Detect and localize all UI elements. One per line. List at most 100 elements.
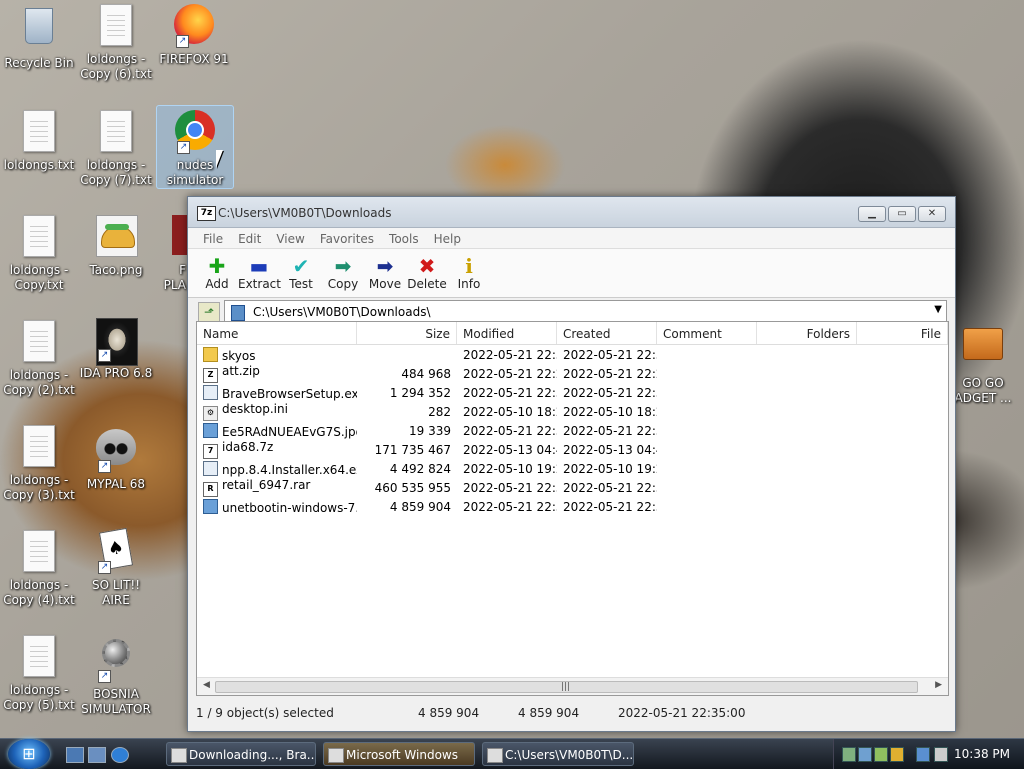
firefox-icon: ↗ xyxy=(174,4,214,48)
file-modified: 2022-05-21 22:35 xyxy=(463,499,557,514)
desktop-icon-label: BOSNIA SIMULATOR xyxy=(81,687,151,716)
table-row[interactable]: unetbootin-windows-7... 4 859 904 2022-0… xyxy=(197,497,948,516)
add-button[interactable]: ✚ Add xyxy=(196,249,238,297)
extract-button[interactable]: ▬ Extract xyxy=(238,249,281,297)
scroll-right-icon[interactable]: ▶ xyxy=(935,680,942,690)
desktop-icon-solitaire[interactable]: ♠ ↗ SO LIT!! AIRE xyxy=(78,527,154,608)
desktop-icon-mypal[interactable]: ↗ MYPAL 68 xyxy=(78,423,154,492)
shortcut-arrow-icon: ↗ xyxy=(98,670,111,683)
tray-icon-4[interactable] xyxy=(890,747,904,762)
desktop-icon-label: FIREFOX 91 xyxy=(159,52,229,66)
minimize-button[interactable]: ▁ xyxy=(858,206,886,222)
desktop-icon-loldongs-copy-3[interactable]: loldongs - Copy (3).txt xyxy=(1,425,77,503)
desktop-icon-loldongs-copy-2[interactable]: loldongs - Copy (2).txt xyxy=(1,320,77,398)
tray-icon-1[interactable] xyxy=(842,747,856,762)
chevron-down-icon[interactable]: ▼ xyxy=(934,304,942,315)
test-button[interactable]: ✔ Test xyxy=(280,249,322,297)
file-modified: 2022-05-21 22:37 xyxy=(463,480,557,495)
tool-label: Extract xyxy=(238,277,281,291)
mouse-cursor-icon xyxy=(216,150,223,168)
desktop-icon-loldongs-copy[interactable]: loldongs - Copy.txt xyxy=(1,215,77,293)
list-header: Name Size Modified Created Comment Folde… xyxy=(197,322,948,345)
desktop-icon-recycle-bin[interactable]: Recycle Bin xyxy=(1,4,77,71)
column-created[interactable]: Created xyxy=(557,322,657,344)
copy-button[interactable]: ➡ Copy xyxy=(322,249,364,297)
scroll-left-icon[interactable]: ◀ xyxy=(203,680,210,690)
folder-icon xyxy=(203,346,218,362)
status-date: 2022-05-21 22:35:00 xyxy=(618,706,746,720)
file-created: 2022-05-21 22:30 xyxy=(563,423,657,438)
raccoon-icon: ↗ xyxy=(96,429,136,473)
menu-file[interactable]: File xyxy=(196,228,231,248)
file-size: 460 535 955 xyxy=(374,480,451,495)
horizontal-scrollbar[interactable]: ◀ ||| ▶ xyxy=(197,677,948,695)
close-button[interactable]: ✕ xyxy=(918,206,946,222)
tool-label: Delete xyxy=(407,277,447,291)
file-list[interactable]: Name Size Modified Created Comment Folde… xyxy=(196,321,949,696)
menu-view[interactable]: View xyxy=(269,228,312,248)
desktop-icon-loldongs-copy-4[interactable]: loldongs - Copy (4).txt xyxy=(1,530,77,608)
status-size: 4 859 904 xyxy=(418,706,480,720)
desktop-icon-loldongs-copy-6[interactable]: loldongs - Copy (6).txt xyxy=(78,4,154,82)
clock[interactable]: 10:38 PM xyxy=(954,747,1010,761)
task-label: Microsoft Windows xyxy=(346,748,458,762)
desktop-icon-loldongs[interactable]: loldongs.txt xyxy=(1,110,77,173)
tray-icon-2[interactable] xyxy=(858,747,872,762)
column-name[interactable]: Name xyxy=(197,322,357,344)
column-comment[interactable]: Comment xyxy=(657,322,757,344)
desktop-icon-label: IDA PRO 6.8 xyxy=(79,366,153,380)
desktop-icon-ida-pro[interactable]: ↗ IDA PRO 6.8 xyxy=(78,318,154,381)
column-modified[interactable]: Modified xyxy=(457,322,557,344)
window-titlebar[interactable]: 7z C:\Users\VM0B0T\Downloads ▁ ▭ ✕ xyxy=(188,197,955,228)
file-created: 2022-05-13 04:48 xyxy=(563,442,657,457)
tray-icon-3[interactable] xyxy=(874,747,888,762)
table-row[interactable]: Zatt.zip 484 968 2022-05-21 22:27 2022-0… xyxy=(197,364,948,383)
desktop-icon-loldongs-copy-7[interactable]: loldongs - Copy (7).txt xyxy=(78,110,154,188)
desktop-icon-label: SO LIT!! AIRE xyxy=(91,578,141,607)
delete-button[interactable]: ✖ Delete xyxy=(406,249,448,297)
up-folder-button[interactable]: ⬏ xyxy=(198,302,220,322)
start-button[interactable]: ⊞ xyxy=(8,739,50,769)
move-button[interactable]: ➡ Move xyxy=(364,249,406,297)
desktop-icon-firefox[interactable]: ↗ FIREFOX 91 xyxy=(156,4,232,67)
status-bar: 1 / 9 object(s) selected 4 859 904 4 859… xyxy=(196,702,947,724)
menu-tools[interactable]: Tools xyxy=(382,228,427,248)
show-desktop-icon[interactable] xyxy=(66,747,84,763)
column-size[interactable]: Size xyxy=(357,322,457,344)
column-files[interactable]: File xyxy=(857,322,948,344)
desktop-icon-go-go-gadget[interactable]: GO GO ADGET ... xyxy=(948,318,1018,406)
table-row[interactable]: skyos 2022-05-21 22:37 2022-05-21 22:37 xyxy=(197,345,948,364)
internet-explorer-icon[interactable] xyxy=(111,747,129,763)
taskbar-item-7zip[interactable]: C:\Users\VM0B0T\D... xyxy=(482,742,634,766)
desktop-icon-label: loldongs - Copy (5).txt xyxy=(3,683,75,712)
volume-icon[interactable] xyxy=(934,747,948,762)
table-row[interactable]: npp.8.4.Installer.x64.exe 4 492 824 2022… xyxy=(197,459,948,478)
desktop-icon-nudes-simulator[interactable]: ↗ nudes simulator xyxy=(156,105,234,189)
switch-windows-icon[interactable] xyxy=(88,747,106,763)
file-size: 282 xyxy=(428,404,451,419)
desktop-icon-label: loldongs.txt xyxy=(3,158,75,172)
desktop-icon-taco[interactable]: Taco.png xyxy=(78,215,154,278)
desktop-icon-bosnia-simulator[interactable]: ↗ BOSNIA SIMULATOR xyxy=(78,633,154,717)
desktop-icon-partial[interactable]: F PLA xyxy=(156,215,188,293)
taskbar-item-microsoft-windows[interactable]: Microsoft Windows xyxy=(323,742,475,766)
maximize-button[interactable]: ▭ xyxy=(888,206,916,222)
taskbar-item-downloading[interactable]: Downloading..., Bra... xyxy=(166,742,316,766)
menu-help[interactable]: Help xyxy=(427,228,469,248)
file-manager-window[interactable]: 7z C:\Users\VM0B0T\Downloads ▁ ▭ ✕ File … xyxy=(187,196,956,732)
text-file-icon xyxy=(19,530,59,574)
file-name: ida68.7z xyxy=(222,440,274,454)
executable-icon xyxy=(203,384,218,400)
table-row[interactable]: Rretail_6947.rar 460 535 955 2022-05-21 … xyxy=(197,478,948,497)
table-row[interactable]: ⚙ desktop.ini 282 2022-05-10 18:20 2022-0… xyxy=(197,402,948,421)
menu-edit[interactable]: Edit xyxy=(231,228,269,248)
table-row[interactable]: Ee5RAdNUEAEvG7S.jpg 19 339 2022-05-21 22… xyxy=(197,421,948,440)
menu-favorites[interactable]: Favorites xyxy=(313,228,382,248)
info-button[interactable]: i Info xyxy=(448,249,490,297)
table-row[interactable]: 7 ida68.7z 171 735 467 2022-05-13 04:48 2… xyxy=(197,440,948,459)
desktop-icon-loldongs-copy-5[interactable]: loldongs - Copy (5).txt xyxy=(1,635,77,713)
scrollbar-thumb[interactable]: ||| xyxy=(215,681,918,693)
table-row[interactable]: BraveBrowserSetup.exe 1 294 352 2022-05-… xyxy=(197,383,948,402)
column-folders[interactable]: Folders xyxy=(757,322,857,344)
network-icon[interactable] xyxy=(916,747,930,762)
